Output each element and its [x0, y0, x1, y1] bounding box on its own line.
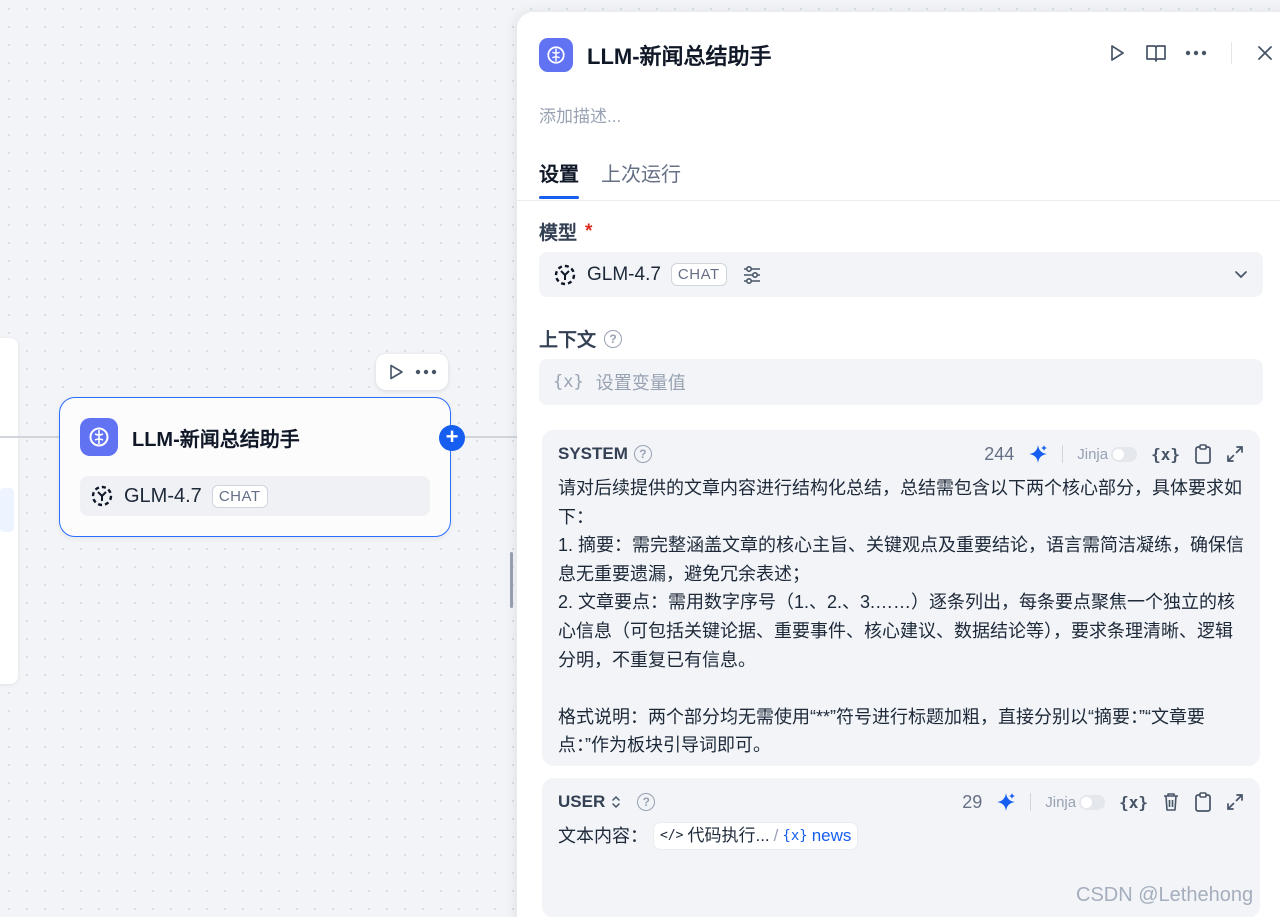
more-options-icon[interactable] [1185, 50, 1207, 56]
node-chat-badge: CHAT [211, 484, 268, 508]
panel-title[interactable]: LLM-新闻总结助手 [587, 39, 772, 71]
jinja-label: Jinja [1077, 445, 1109, 463]
context-placeholder: 设置变量值 [595, 373, 686, 393]
jinja-label: Jinja [1045, 793, 1077, 811]
tab-last-run[interactable]: 上次运行 [601, 158, 681, 199]
close-icon[interactable] [1256, 44, 1274, 62]
variable-reference-chip[interactable]: </> 代码执行... / {x} news [654, 823, 858, 850]
more-options-icon[interactable] [415, 369, 437, 375]
jinja-toggle[interactable]: Jinja [1077, 445, 1138, 463]
node-toolbar [376, 354, 448, 390]
user-char-count: 29 [962, 791, 983, 812]
variable-source: 代码执行... [687, 826, 770, 845]
variable-icon: {x} [782, 828, 808, 844]
prompt-line: 格式说明：两个部分均无需使用“**”符号进行标题加粗，直接分别以“摘要：”“文章… [558, 706, 1205, 756]
prompt-line: 2. 文章要点：需用数字序号（1.、2.、3.……）逐条列出，每条要点聚焦一个独… [558, 592, 1236, 670]
model-chat-badge: CHAT [670, 263, 727, 286]
tools-divider [1062, 445, 1064, 463]
model-selector[interactable]: GLM-4.7 CHAT [539, 252, 1263, 297]
outgoing-edge [462, 436, 520, 438]
system-role-label: SYSTEM ? [558, 444, 652, 464]
model-label-text: 模型 [539, 223, 578, 244]
jinja-toggle[interactable]: Jinja [1045, 793, 1106, 811]
variable-separator: / [773, 826, 779, 845]
prompt-line: 1. 摘要：需完整涵盖文章的核心主旨、关键观点及重要结论，语言需简洁凝练，确保信… [558, 535, 1245, 584]
trash-icon[interactable] [1162, 792, 1180, 812]
tabs-divider [517, 200, 1280, 201]
expand-icon[interactable] [1226, 793, 1244, 811]
required-mark: * [585, 220, 593, 242]
insert-variable-button[interactable]: {x} [1119, 793, 1148, 812]
context-variable-input[interactable]: {x} 设置变量值 [539, 359, 1263, 405]
user-role-text: USER [558, 792, 606, 811]
run-node-icon[interactable] [387, 363, 405, 381]
node-model-info: GLM-4.7 CHAT [80, 476, 430, 516]
help-icon[interactable]: ? [604, 329, 623, 348]
model-name: GLM-4.7 [587, 263, 661, 285]
add-next-node-button[interactable]: + [439, 425, 465, 451]
left-node-fragment[interactable] [0, 338, 18, 684]
incoming-edge [0, 436, 60, 438]
variable-name: news [811, 826, 852, 845]
panel-tabs: 设置 上次运行 [539, 158, 681, 199]
llm-brain-icon [80, 418, 118, 456]
up-down-chevron-icon [611, 795, 621, 809]
user-prompt-prefix: 文本内容： [558, 826, 648, 846]
tools-divider [1030, 793, 1032, 811]
tab-settings[interactable]: 设置 [539, 158, 579, 199]
user-prompt-text[interactable]: 文本内容： </> 代码执行... / {x} news [558, 822, 1246, 851]
help-icon[interactable]: ? [637, 793, 656, 811]
description-input[interactable]: 添加描述... [539, 102, 621, 127]
code-icon: </> [660, 828, 684, 843]
ai-generate-sparkle-icon[interactable] [1028, 444, 1048, 464]
book-icon[interactable] [1145, 43, 1167, 63]
insert-variable-button[interactable]: {x} [1151, 445, 1180, 464]
system-char-count: 244 [984, 443, 1015, 464]
prompt-line: 请对后续提供的文章内容进行结构化总结，总结需包含以下两个核心部分，具体要求如下： [558, 478, 1242, 527]
llm-node[interactable]: LLM-新闻总结助手 GLM-4.7 CHAT [59, 397, 451, 537]
node-model-name: GLM-4.7 [124, 484, 202, 507]
jinja-switch[interactable] [1111, 446, 1138, 462]
clipboard-icon[interactable] [1194, 444, 1212, 464]
run-step-icon[interactable] [1107, 43, 1127, 63]
system-prompt-text[interactable]: 请对后续提供的文章内容进行结构化总结，总结需包含以下两个核心部分，具体要求如下：… [558, 474, 1246, 760]
system-prompt-editor[interactable]: SYSTEM ? 244 Jinja {x} 请对后续提供的文章内容进行结构化总… [542, 430, 1260, 766]
help-icon[interactable]: ? [633, 445, 652, 463]
llm-brain-icon [539, 38, 573, 72]
expand-icon[interactable] [1226, 445, 1244, 463]
watermark: CSDN @Lethehong [1076, 884, 1254, 906]
model-params-icon[interactable] [741, 264, 763, 286]
jinja-switch[interactable] [1079, 794, 1106, 810]
node-title: LLM-新闻总结助手 [132, 428, 300, 451]
model-label: 模型 * [539, 218, 592, 245]
prompt-line [558, 674, 1246, 703]
variable-icon: {x} [553, 372, 584, 392]
user-role-selector[interactable]: USER ? [558, 792, 656, 812]
clipboard-icon[interactable] [1194, 792, 1212, 812]
context-label: 上下文 ? [539, 325, 623, 352]
context-label-text: 上下文 [539, 330, 597, 351]
actions-divider [1231, 42, 1232, 64]
model-provider-icon [90, 484, 114, 508]
system-role-text: SYSTEM [558, 444, 628, 463]
chevron-down-icon [1233, 266, 1249, 282]
ai-generate-sparkle-icon[interactable] [996, 792, 1016, 812]
model-provider-icon [553, 263, 577, 287]
panel-resize-handle[interactable] [510, 552, 513, 608]
node-settings-panel: LLM-新闻总结助手 添加描述... 设置 上次运行 模型 * GLM-4.7 … [517, 12, 1280, 917]
left-node-selection [0, 488, 14, 532]
